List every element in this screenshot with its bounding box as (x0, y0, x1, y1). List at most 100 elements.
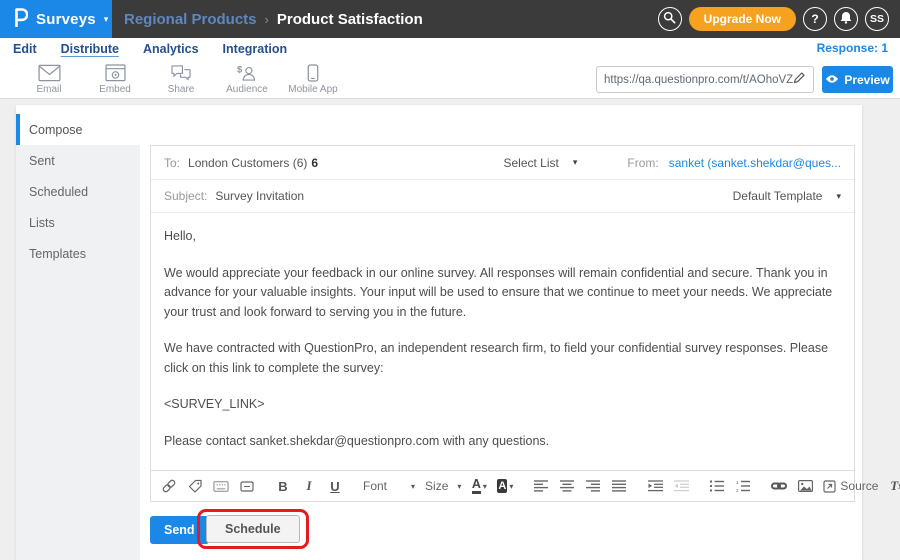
email-sidebar: Compose Sent Scheduled Lists Templates (16, 114, 140, 560)
to-label: To: (164, 156, 180, 170)
size-label: Size (425, 479, 448, 493)
survey-url-input[interactable] (604, 74, 793, 86)
align-center-button[interactable] (559, 476, 575, 496)
bullet-list-button[interactable] (709, 476, 725, 496)
sidebar-item-scheduled[interactable]: Scheduled (16, 176, 140, 207)
text-color-icon: A (472, 478, 481, 494)
body-paragraph: Please contact sanket.shekdar@questionpr… (164, 432, 841, 452)
sidebar-item-compose[interactable]: Compose (16, 114, 140, 145)
mobile-app-icon (307, 64, 319, 82)
font-label: Font (363, 479, 387, 493)
chevron-down-icon (411, 482, 415, 491)
bold-button[interactable]: B (275, 476, 291, 496)
tab-distribute[interactable]: Distribute (61, 42, 119, 56)
channel-email[interactable]: Email (16, 64, 82, 95)
font-family-dropdown[interactable]: Font (363, 479, 415, 493)
sidebar-item-templates[interactable]: Templates (16, 238, 140, 269)
channel-mobile-app[interactable]: Mobile App (280, 64, 346, 95)
body-paragraph: We have contracted with QuestionPro, an … (164, 339, 841, 378)
insert-button-icon[interactable] (239, 476, 255, 496)
channel-embed[interactable]: Embed (82, 64, 148, 95)
to-value[interactable]: London Customers (6) (188, 156, 307, 170)
numbered-list-button[interactable]: 12 (735, 476, 751, 496)
indent-button[interactable] (647, 476, 663, 496)
clear-format-t: T (890, 478, 898, 494)
to-recipient-count: 6 (311, 156, 318, 170)
outdent-button[interactable] (673, 476, 689, 496)
account-avatar[interactable]: SS (865, 7, 889, 31)
background-color-button[interactable]: A (497, 476, 513, 496)
top-bar: Surveys Regional Products Product Satisf… (0, 0, 900, 38)
top-right-actions: Upgrade Now ? SS (658, 7, 889, 31)
insert-link-button[interactable] (771, 476, 787, 496)
chevron-down-icon (104, 14, 109, 25)
survey-nav: Edit Distribute Analytics Integration Re… (0, 38, 900, 60)
tab-analytics[interactable]: Analytics (143, 42, 199, 56)
tab-integration[interactable]: Integration (223, 42, 288, 56)
background-color-icon: A (497, 479, 507, 493)
preview-button[interactable]: Preview (822, 66, 893, 93)
schedule-button[interactable]: Schedule (206, 515, 300, 543)
breadcrumb: Regional Products Product Satisfaction (124, 11, 423, 28)
chevron-down-icon (573, 157, 578, 168)
channel-label: Email (36, 84, 61, 95)
to-row: To: London Customers (6) 6 Select List F… (151, 146, 854, 180)
text-color-button[interactable]: A (471, 476, 487, 496)
chevron-down-icon (483, 482, 487, 491)
template-dropdown[interactable]: Default Template (733, 189, 841, 203)
response-count-link[interactable]: Response: 1 (817, 41, 888, 55)
body-paragraph: Hello, (164, 227, 841, 247)
email-compose-box: To: London Customers (6) 6 Select List F… (150, 145, 855, 502)
subject-value[interactable]: Survey Invitation (215, 189, 304, 203)
breadcrumb-separator-icon (265, 12, 269, 27)
svg-text:$: $ (237, 65, 243, 76)
chevron-down-icon (836, 191, 841, 202)
channel-label: Embed (99, 84, 131, 95)
font-size-dropdown[interactable]: Size (425, 479, 461, 493)
justify-button[interactable] (611, 476, 627, 496)
insert-tag-icon[interactable] (187, 476, 203, 496)
align-left-button[interactable] (533, 476, 549, 496)
insert-survey-link-icon[interactable] (161, 476, 177, 496)
align-right-button[interactable] (585, 476, 601, 496)
select-list-dropdown[interactable]: Select List (503, 156, 577, 170)
channel-share[interactable]: Share (148, 64, 214, 95)
insert-merge-field-icon[interactable] (213, 476, 229, 496)
clear-formatting-button[interactable]: Tx (888, 476, 900, 496)
tab-edit[interactable]: Edit (13, 42, 37, 56)
surveys-product-menu[interactable]: Surveys (0, 0, 112, 38)
insert-image-button[interactable] (797, 476, 813, 496)
subject-label: Subject: (164, 189, 207, 203)
svg-text:1: 1 (736, 480, 739, 485)
italic-button[interactable]: I (301, 476, 317, 496)
breadcrumb-parent[interactable]: Regional Products (124, 11, 257, 28)
sidebar-item-lists[interactable]: Lists (16, 207, 140, 238)
channel-toolbar: Email Embed Share $ Audience Mobile App (0, 60, 900, 99)
email-body-editor[interactable]: Hello, We would appreciate your feedback… (151, 213, 854, 470)
bell-icon (840, 11, 852, 27)
channel-label: Share (168, 84, 195, 95)
share-icon (170, 64, 192, 82)
notifications-button[interactable] (834, 7, 858, 31)
avatar-initials: SS (870, 13, 884, 25)
source-label: Source (840, 479, 878, 493)
underline-button[interactable]: U (327, 476, 343, 496)
chevron-down-icon (509, 482, 513, 491)
product-name: Surveys (36, 11, 96, 28)
body-paragraph: <SURVEY_LINK> (164, 395, 841, 415)
channel-list: Email Embed Share $ Audience Mobile App (16, 64, 346, 95)
upgrade-now-button[interactable]: Upgrade Now (689, 7, 796, 31)
help-icon: ? (811, 12, 818, 26)
channel-audience[interactable]: $ Audience (214, 64, 280, 95)
help-button[interactable]: ? (803, 7, 827, 31)
from-value[interactable]: sanket (sanket.shekdar@ques... (669, 156, 841, 170)
survey-url-field[interactable] (596, 66, 814, 93)
sidebar-item-sent[interactable]: Sent (16, 145, 140, 176)
from-label: From: (627, 156, 658, 170)
search-button[interactable] (658, 7, 682, 31)
channel-label: Mobile App (288, 84, 337, 95)
edit-url-pencil-icon[interactable] (793, 71, 806, 89)
rich-text-toolbar: B I U Font Size A A (151, 470, 854, 501)
audience-icon: $ (236, 64, 258, 82)
source-button[interactable]: Source (823, 479, 878, 493)
